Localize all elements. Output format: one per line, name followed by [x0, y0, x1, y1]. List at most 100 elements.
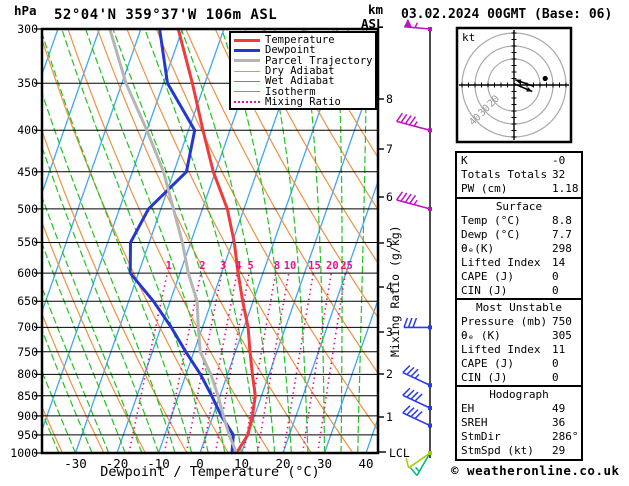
datetime-label: 03.02.2024 00GMT (Base: 06) — [401, 7, 613, 22]
stat-value: 286° — [552, 430, 579, 443]
stat-row: EH 49 — [457, 402, 581, 416]
pressure-tick-label: 500 — [17, 201, 38, 216]
lcl-label: LCL — [389, 446, 410, 460]
wind-barb-half-feather — [414, 22, 419, 29]
isotherm-line — [74, 29, 225, 453]
stat-row: Lifted Index 14 — [457, 256, 581, 270]
wind-barb-half-feather — [415, 466, 420, 473]
mixing-ratio-axis-label: Mixing Ratio (g/kg) — [388, 225, 402, 357]
pressure-tick-label: 750 — [17, 344, 38, 359]
wind-barb — [402, 387, 432, 410]
wind-barb-feather — [400, 192, 408, 202]
page-title: 52°04'N 359°37'W 106m ASL — [54, 7, 278, 23]
temperature-tick-label: 40 — [358, 456, 374, 471]
stat-label: K — [461, 154, 468, 167]
legend-swatch-dewpoint — [234, 48, 260, 52]
wind-barb-feather — [409, 467, 418, 476]
mixing-ratio-label: 5 — [247, 260, 254, 272]
mixing-ratio-line — [256, 272, 290, 453]
stat-row: CAPE (J) 0 — [457, 357, 581, 371]
stat-row: Temp (°C) 8.8 — [457, 214, 581, 228]
altitude-tick-label: 6 — [386, 190, 393, 204]
stat-value: 298 — [552, 242, 572, 255]
stats-section-title: Most Unstable — [475, 301, 563, 314]
legend-item: Mixing Ratio — [234, 95, 375, 108]
stat-label: Dewp (°C) — [461, 228, 521, 241]
wet-adiabat-line — [42, 31, 193, 453]
stat-label: CAPE (J) — [461, 270, 514, 283]
wind-barb-half-feather — [414, 373, 420, 379]
stat-row: Totals Totals 32 — [457, 168, 581, 182]
stat-value: 0 — [552, 284, 559, 297]
stat-label: Pressure (mb) — [461, 315, 548, 328]
temperature-tick-label: -30 — [64, 456, 87, 471]
stat-value: 36 — [552, 416, 566, 429]
wind-barb-feather — [396, 112, 404, 122]
wind-barb-feather — [404, 115, 412, 125]
hodograph: 203040 — [455, 26, 573, 144]
pressure-tick-label: 800 — [17, 367, 38, 382]
stat-label: Lifted Index — [461, 256, 541, 269]
mixing-ratio-label: 15 — [308, 260, 321, 272]
temperature-axis-label: Dewpoint / Temperature (°C) — [100, 464, 320, 480]
stat-label: StmDir — [461, 430, 501, 443]
stat-row: SREH 36 — [457, 416, 581, 430]
altitude-tick-label: 2 — [386, 367, 393, 381]
wind-barb-feather — [412, 317, 418, 328]
pressure-axis-unit: hPa — [14, 3, 37, 18]
pressure-tick-label: 700 — [17, 320, 38, 335]
stat-row: CIN (J) 0 — [457, 284, 581, 298]
altitude-axis-unit-asl: ASL — [361, 16, 384, 31]
stat-label: Totals Totals — [461, 168, 548, 181]
legend-swatch-mixing-ratio — [234, 100, 260, 103]
altitude-tick-label: 7 — [386, 142, 393, 156]
mixing-ratio-line — [282, 272, 315, 453]
chart-legend: Temperature Dewpoint Parcel Trajectory Dry … — [229, 31, 377, 111]
wind-barb — [396, 112, 432, 133]
legend-swatch-wet-adiabat — [234, 80, 260, 82]
stat-value: 750 — [552, 315, 572, 328]
isotherm-line — [42, 29, 184, 433]
stat-value: 1.18 — [552, 182, 579, 195]
stat-row: CAPE (J) 0 — [457, 270, 581, 284]
stat-label: StmSpd (kt) — [461, 444, 534, 457]
pressure-tick-label: 600 — [17, 266, 38, 281]
stat-value: 11 — [552, 343, 566, 356]
stat-label: PW (cm) — [461, 182, 508, 195]
mixing-ratio-label: 1 — [165, 260, 172, 272]
wind-barb-feather — [403, 317, 409, 328]
pressure-tick-label: 950 — [17, 427, 38, 442]
stat-label: Temp (°C) — [461, 214, 521, 227]
altitude-axis-unit-km: km — [368, 2, 384, 17]
pressure-tick-label: 900 — [17, 408, 38, 423]
wind-barb-stem — [408, 452, 431, 469]
legend-swatch-parcel-trajectory — [234, 59, 260, 63]
stat-value: 32 — [552, 168, 566, 181]
stat-value: 29 — [552, 444, 566, 457]
stat-label: θₑ(K) — [461, 242, 495, 255]
stat-row: StmDir 286° — [457, 430, 581, 444]
legend-swatch-temperature — [234, 38, 260, 42]
stat-row: θₑ (K) 305 — [457, 329, 581, 343]
stats-section-title: Surface — [495, 200, 543, 213]
pressure-tick-label: 850 — [17, 388, 38, 403]
skewt-sounding-page: 20 30 40 hPa 52°04'N 359°37'W 106m ASL km … — [0, 0, 629, 486]
pressure-tick-label: 300 — [17, 22, 38, 36]
wind-barb-half-feather — [413, 199, 418, 206]
pressure-tick-label: 1000 — [10, 446, 38, 460]
stat-label: θₑ (K) — [461, 329, 501, 342]
wind-barb-feather — [400, 113, 408, 123]
stats-box-hodograph: Hodograph EH 49 SREH 36 StmDir 286° StmSpd (kt… — [455, 385, 583, 461]
hodograph-unit-label: kt — [462, 31, 476, 44]
legend-item-label: Mixing Ratio — [265, 95, 341, 108]
stat-value: 0 — [552, 357, 559, 370]
stat-row: PW (cm) 1.18 — [457, 182, 581, 196]
stat-value: 305 — [552, 329, 572, 342]
wind-barb — [402, 405, 432, 428]
pressure-tick-label: 650 — [17, 294, 38, 309]
wind-barb — [403, 317, 432, 330]
stat-value: -0 — [552, 154, 566, 167]
mixing-ratio-label: 2 — [199, 260, 206, 272]
stat-row: θₑ(K) 298 — [457, 242, 581, 256]
stat-value: 49 — [552, 402, 566, 415]
